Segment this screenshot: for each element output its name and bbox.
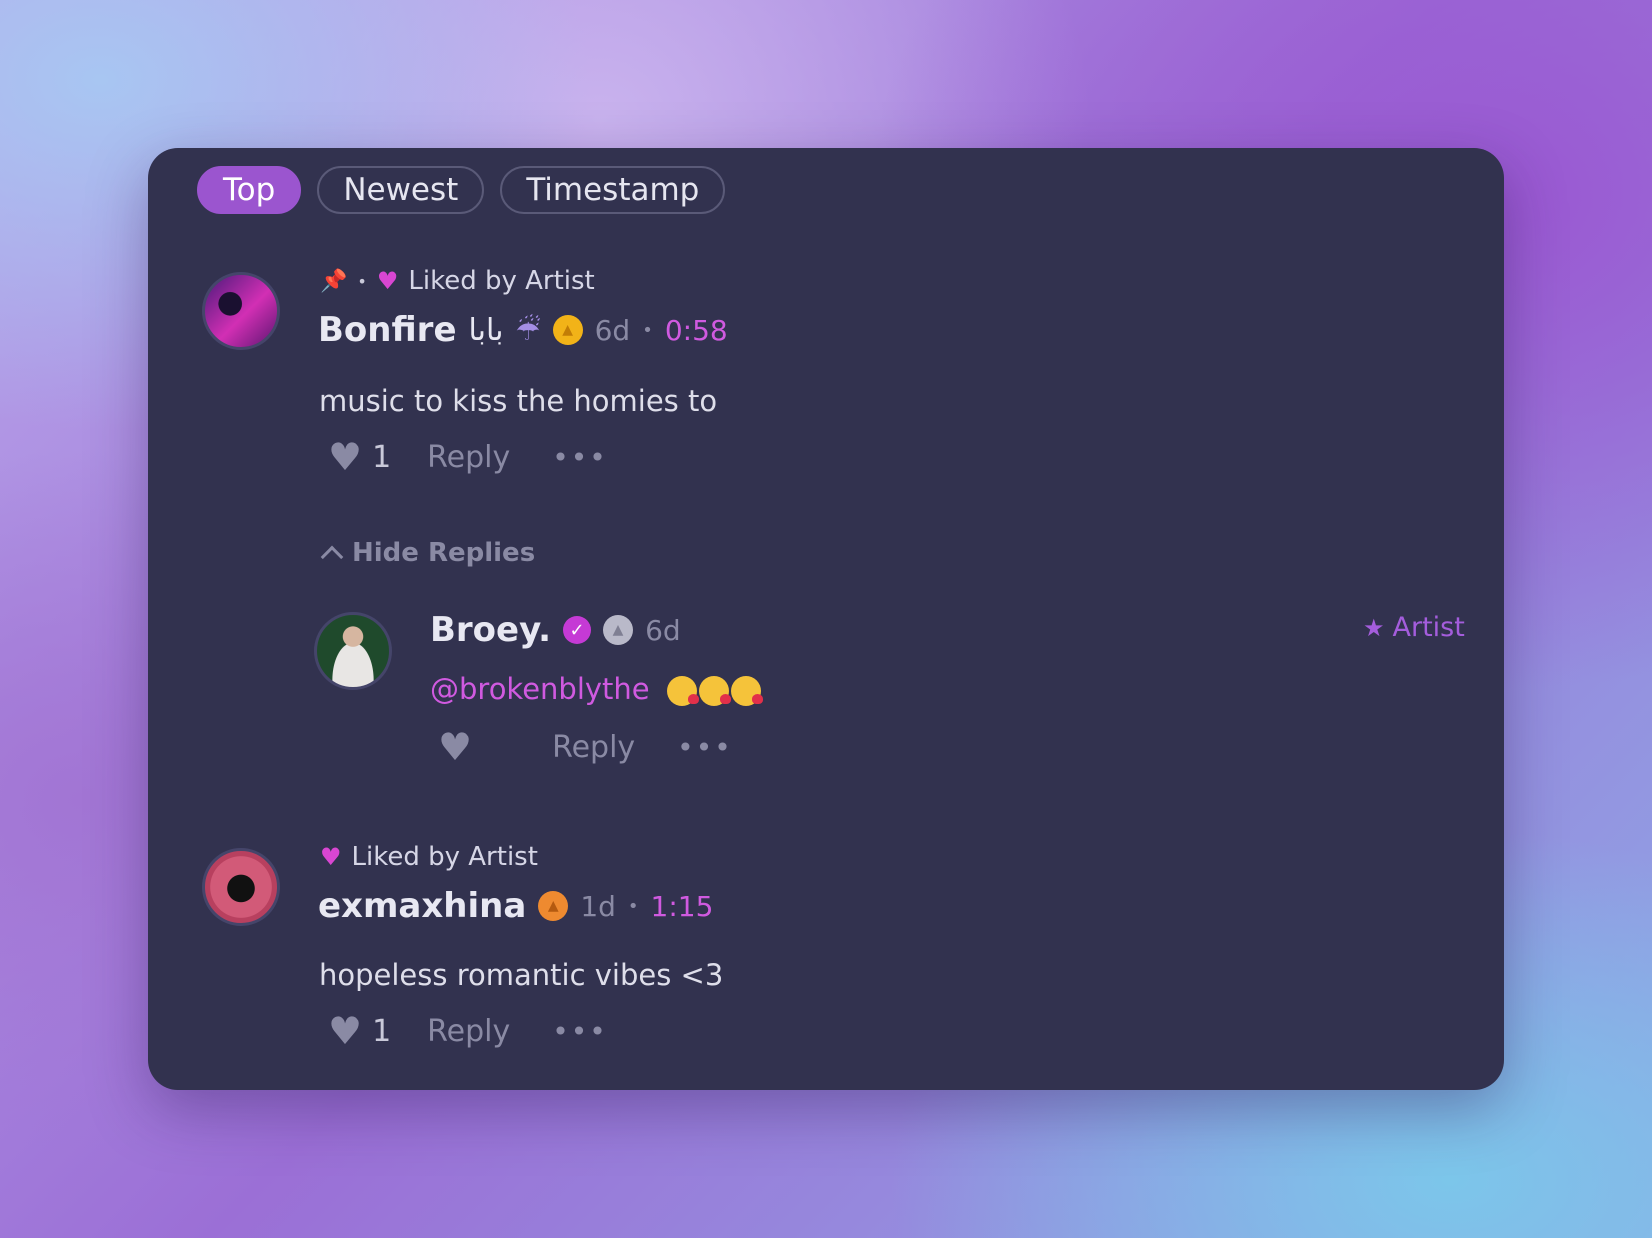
reply-header: Broey. ✓ ▲ 6d [430,610,681,650]
like-button[interactable]: ♥ [328,1012,362,1050]
reply-age: 6d [645,613,681,647]
more-options-button[interactable]: ••• [677,731,733,764]
hide-replies-label: Hide Replies [352,538,536,568]
tier-badge-silver-icon: ▲ [603,615,634,645]
username-suffix: بابا [468,312,504,348]
umbrella-rain-icon: ☔ [515,313,541,347]
comment-meta: ♥ Liked by Artist [320,842,538,872]
separator-dot: • [627,895,639,917]
comments-panel: Top Newest Timestamp 📌 • ♥ Liked by Arti… [148,148,1504,1090]
tier-badge-bronze-icon: ▲ [538,891,569,921]
hide-replies-button[interactable]: Hide Replies [320,538,536,569]
tab-newest[interactable]: Newest [317,166,485,214]
like-count: 1 [372,439,392,475]
verified-check-icon: ✓ [563,616,592,644]
reply-button[interactable]: Reply [552,730,635,765]
separator-dot: • [642,319,653,341]
tab-timestamp[interactable]: Timestamp [500,166,726,214]
comment-meta: 📌 • ♥ Liked by Artist [320,266,595,296]
comment-text: hopeless romantic vibes <3 [319,958,724,992]
reply-actions: ♥ Reply ••• [438,728,733,766]
kissing-heart-emoji-icon [698,676,731,706]
chevron-up-icon [320,545,344,569]
comment-age: 6d [594,313,631,347]
tab-top[interactable]: Top [197,166,302,214]
username[interactable]: Broey. [430,610,551,650]
avatar[interactable] [202,272,280,350]
sort-tabs: Top Newest Timestamp [197,166,726,214]
artist-label: Artist [1392,612,1465,643]
comment-age: 1d [580,889,616,923]
tier-badge-gold-icon: ▲ [552,315,583,345]
username[interactable]: exmaxhina [318,886,526,926]
user-mention-link[interactable]: @brokenblythe [430,672,650,706]
comment-header: Bonfire بابا ☔ ▲ 6d • 0:58 [318,310,728,350]
kissing-heart-emoji-icon [666,676,699,706]
reply-button[interactable]: Reply [427,440,510,475]
more-options-button[interactable]: ••• [552,441,608,474]
more-options-button[interactable]: ••• [552,1015,608,1048]
comment-actions: ♥ 1 Reply ••• [328,1012,608,1050]
emoji-row [666,676,763,706]
artist-tag: ★ Artist [1363,612,1465,643]
pin-icon: 📌 [320,268,348,294]
like-button[interactable]: ♥ [438,728,472,766]
heart-icon: ♥ [376,267,399,295]
reply-button[interactable]: Reply [427,1014,510,1049]
kissing-heart-emoji-icon [730,676,763,706]
track-timestamp-link[interactable]: 1:15 [651,890,714,923]
like-count: 1 [372,1013,392,1049]
separator-dot: • [357,271,367,291]
avatar[interactable] [202,848,280,926]
liked-by-artist-label: Liked by Artist [351,842,538,872]
star-icon: ★ [1363,613,1385,642]
avatar[interactable] [314,612,392,690]
heart-icon: ♥ [320,843,342,871]
track-timestamp-link[interactable]: 0:58 [665,314,728,347]
comment-header: exmaxhina ▲ 1d • 1:15 [318,886,713,926]
reply-text: @brokenblythe [430,672,763,706]
liked-by-artist-label: Liked by Artist [408,266,595,296]
like-button[interactable]: ♥ [328,438,362,476]
comment-actions: ♥ 1 Reply ••• [328,438,608,476]
username[interactable]: Bonfire [318,310,457,350]
comment-text: music to kiss the homies to [319,384,718,418]
